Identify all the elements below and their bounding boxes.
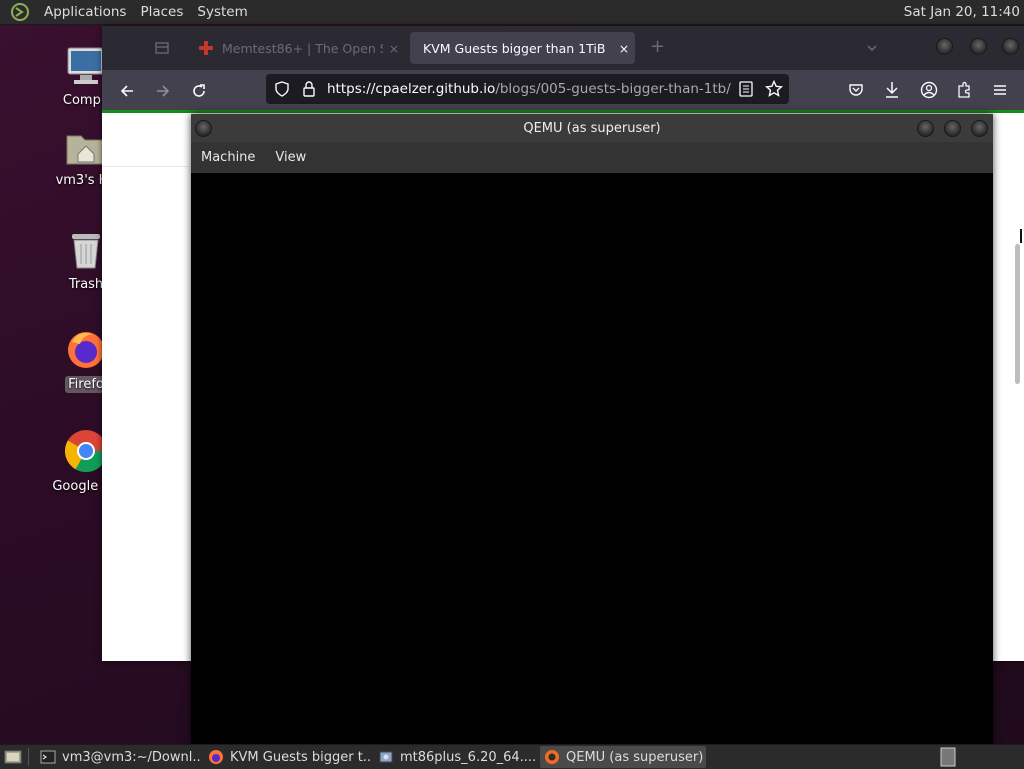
extensions-icon[interactable] [956,81,972,99]
firefox-nav-bar: https://cpaelzer.github.io/blogs/005-gue… [102,70,1024,112]
task-firefox[interactable]: KVM Guests bigger t... [204,746,370,768]
menu-applications[interactable]: Applications [44,4,126,20]
menu-places[interactable]: Places [140,4,183,20]
arrow-left-icon [120,85,133,97]
tab-close-icon[interactable]: × [383,41,405,56]
tab-close-icon[interactable]: × [613,41,635,56]
taskbar-separator [28,748,29,766]
bookmark-star-icon[interactable] [765,80,783,98]
download-icon[interactable] [884,81,900,99]
maximize-button[interactable] [970,38,987,55]
top-panel: Applications Places System Sat Jan 20, 1… [0,0,1024,25]
url-path: /blogs/005-guests-bigger-than-1tb/ [495,81,731,97]
qemu-menu-bar: Machine View [191,142,993,173]
page-divider [102,166,190,167]
mate-logo-icon[interactable] [10,2,30,22]
task-terminal[interactable]: vm3@vm3:~/Downl... [36,746,200,768]
close-button[interactable] [1002,38,1019,55]
menu-view[interactable]: View [275,150,306,165]
reload-button[interactable] [188,80,210,102]
tab-memtest[interactable]: Memtest86+ | The Open S × [190,32,405,64]
qemu-window-title: QEMU (as superuser) [523,120,661,136]
terminal-icon [40,750,56,764]
panel-menu-bar: Applications Places System [4,2,248,22]
lock-icon[interactable] [302,81,316,97]
desktop-icon-label: Trash [68,277,104,292]
url-host: https://cpaelzer.github.io [327,81,496,97]
tab-kvm-guests[interactable]: KVM Guests bigger than 1TiB × [410,32,635,64]
chevron-down-icon[interactable] [866,42,878,54]
forward-button[interactable] [152,80,174,102]
tab-list-icon[interactable] [154,40,170,56]
menu-system[interactable]: System [197,4,247,20]
arrow-right-icon [157,85,170,97]
menu-machine[interactable]: Machine [201,150,255,165]
pocket-icon[interactable] [848,82,864,98]
minimize-button[interactable] [936,38,953,55]
medical-cross-icon [199,41,213,55]
tab-title: Memtest86+ | The Open S [222,40,383,56]
url-bar[interactable]: https://cpaelzer.github.io/blogs/005-gue… [266,74,789,104]
task-label: mt86plus_6.20_64.... [400,749,536,765]
workspace-switcher-icon[interactable] [938,747,958,767]
desktop-icon-label: Firefo [65,376,107,393]
back-button[interactable] [116,80,138,102]
task-disk-image[interactable]: mt86plus_6.20_64.... [374,746,536,768]
close-button[interactable] [971,120,988,137]
account-icon[interactable] [920,81,938,99]
new-tab-button[interactable]: + [650,36,665,57]
bottom-taskbar: vm3@vm3:~/Downl... KVM Guests bigger t..… [0,744,1024,769]
panel-clock[interactable]: Sat Jan 20, 11:40 [904,4,1020,20]
page-scrollbar[interactable] [1015,244,1020,384]
qemu-display[interactable] [191,173,993,746]
window-menu-button[interactable] [195,120,212,137]
task-label: vm3@vm3:~/Downl... [62,749,200,765]
qemu-title-bar[interactable]: QEMU (as superuser) [191,114,993,142]
qemu-window: QEMU (as superuser) Machine View [191,114,993,746]
task-label: QEMU (as superuser) [566,749,704,765]
url-text: https://cpaelzer.github.io/blogs/005-gue… [327,81,731,97]
disk-image-icon [379,751,393,763]
task-label: KVM Guests bigger t... [230,749,370,765]
reader-view-icon[interactable] [739,81,753,97]
trash-icon [72,234,100,269]
firefox-tab-bar: Memtest86+ | The Open S × KVM Guests big… [102,26,1024,70]
qemu-icon [545,750,559,764]
minimize-button[interactable] [917,120,934,137]
hamburger-menu-icon[interactable] [992,82,1008,98]
show-desktop-icon[interactable] [4,748,22,766]
text-cursor-icon [1020,229,1024,243]
reload-icon [193,84,205,97]
shield-icon[interactable] [274,81,290,97]
firefox-icon [209,750,223,764]
tab-title: KVM Guests bigger than 1TiB [423,40,606,56]
maximize-button[interactable] [944,120,961,137]
task-qemu[interactable]: QEMU (as superuser) [540,746,706,768]
